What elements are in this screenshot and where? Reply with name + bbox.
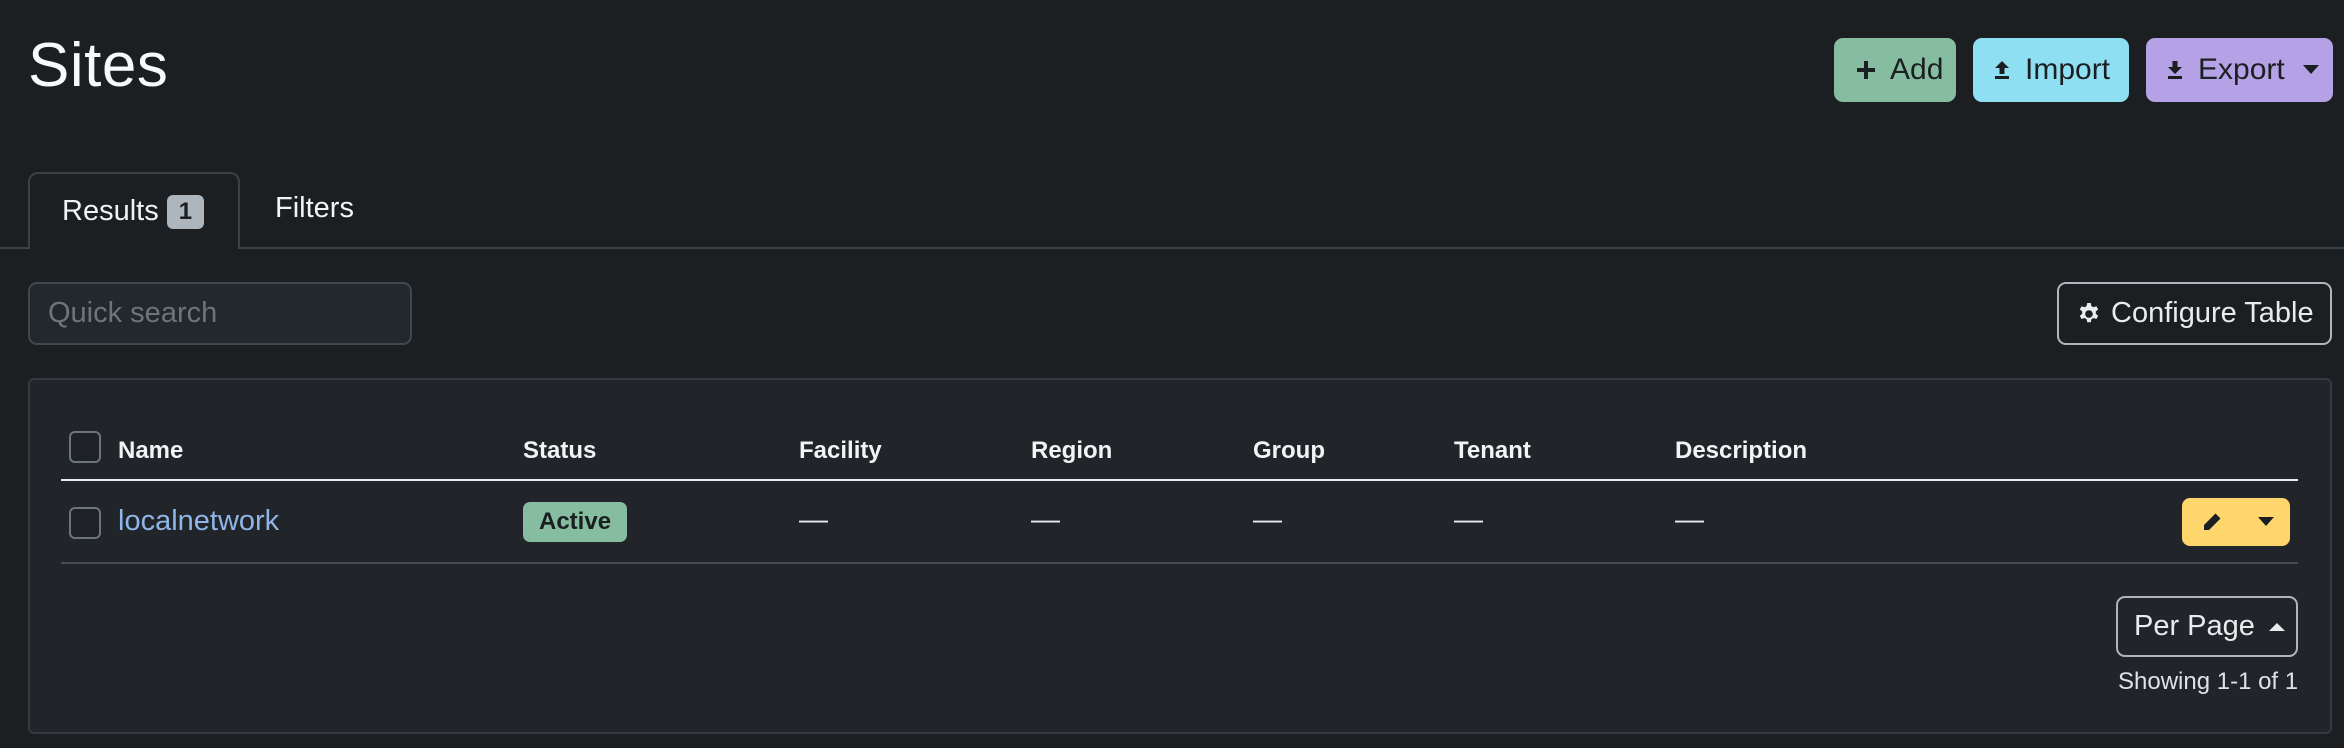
import-button[interactable]: Import <box>1973 38 2129 102</box>
add-button-label: Add <box>1890 53 1944 86</box>
status-badge: Active <box>523 502 628 542</box>
facility-cell: — <box>799 504 828 536</box>
upload-icon <box>1995 61 2009 79</box>
tab-results-label: Results <box>62 195 159 227</box>
tabs-divider <box>0 247 2344 249</box>
group-cell: — <box>1253 504 1282 536</box>
description-cell: — <box>1675 504 1704 536</box>
caret-down-icon <box>2302 65 2319 74</box>
edit-button[interactable] <box>2182 498 2242 546</box>
pencil-icon <box>2204 513 2221 530</box>
row-select-checkbox[interactable] <box>69 507 101 539</box>
per-page-label: Per Page <box>2134 610 2255 642</box>
import-button-label: Import <box>2025 53 2111 86</box>
row-menu-button[interactable] <box>2242 498 2290 546</box>
configure-table-label: Configure Table <box>2111 297 2314 329</box>
results-table-card <box>28 378 2332 734</box>
column-header-tenant[interactable]: Tenant <box>1454 437 1531 465</box>
gear-icon <box>2079 302 2099 322</box>
page: Sites Add Import Export Results 1 Filter… <box>0 0 2344 748</box>
site-name-link[interactable]: localnetwork <box>118 505 279 538</box>
select-all-checkbox[interactable] <box>69 431 101 463</box>
results-count-badge: 1 <box>166 194 205 229</box>
column-header-description[interactable]: Description <box>1675 437 1807 465</box>
table-row-divider <box>61 562 2298 564</box>
region-cell: — <box>1031 504 1060 536</box>
row-actions-group <box>2182 498 2290 546</box>
quick-search-input[interactable] <box>28 282 412 345</box>
tab-results[interactable]: Results 1 <box>28 172 240 249</box>
tab-filters[interactable]: Filters <box>275 192 354 225</box>
table-header-divider <box>61 479 2298 481</box>
caret-up-icon <box>2268 622 2285 631</box>
column-header-region[interactable]: Region <box>1031 437 1112 465</box>
add-button[interactable]: Add <box>1834 38 1956 102</box>
page-title: Sites <box>28 31 169 100</box>
plus-icon <box>1857 61 1875 79</box>
per-page-dropdown[interactable]: Per Page <box>2116 596 2298 657</box>
column-header-group[interactable]: Group <box>1253 437 1325 465</box>
export-button[interactable]: Export <box>2146 38 2333 102</box>
pagination-summary: Showing 1-1 of 1 <box>2118 668 2299 695</box>
chevron-down-icon <box>2258 517 2274 526</box>
export-button-label: Export <box>2198 53 2285 86</box>
column-header-name[interactable]: Name <box>118 437 183 465</box>
configure-table-button[interactable]: Configure Table <box>2057 282 2332 345</box>
column-header-facility[interactable]: Facility <box>799 437 882 465</box>
download-icon <box>2168 61 2182 79</box>
column-header-status[interactable]: Status <box>523 437 596 465</box>
tenant-cell: — <box>1454 504 1483 536</box>
